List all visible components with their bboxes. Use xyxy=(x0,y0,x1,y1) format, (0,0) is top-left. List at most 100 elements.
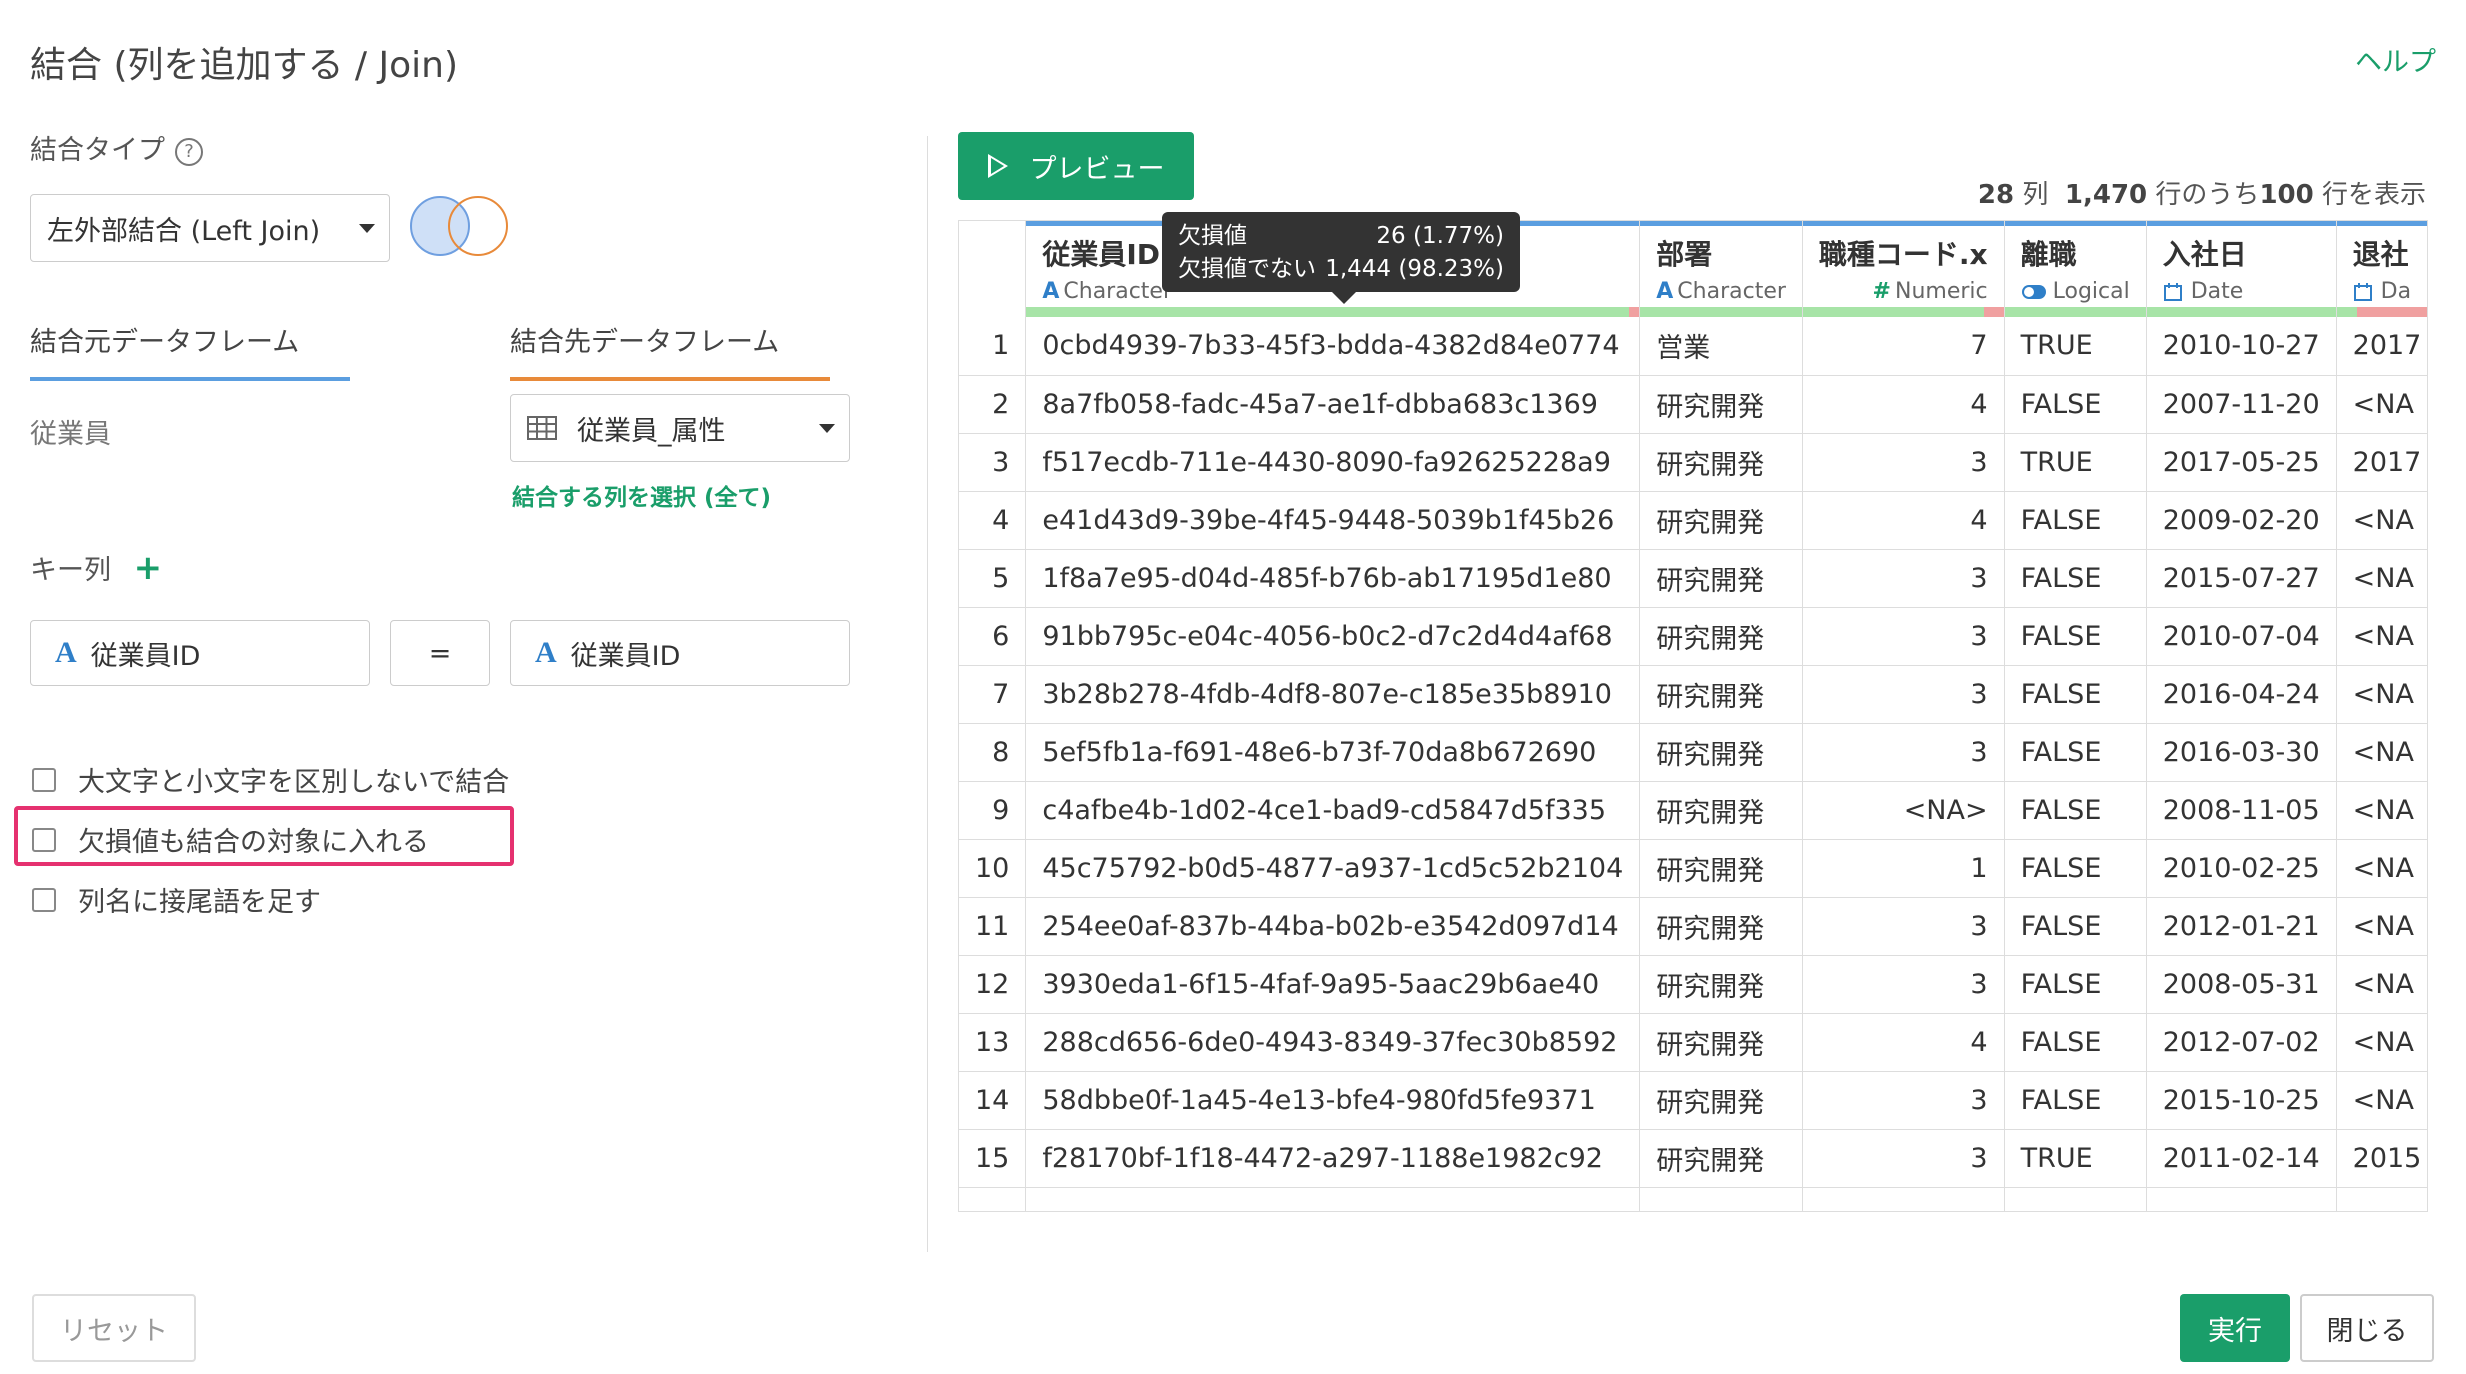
row-number-cell: 15 xyxy=(959,1129,1027,1188)
department-cell: 研究開発 xyxy=(1639,723,1803,782)
chevron-down-icon xyxy=(819,424,835,433)
option-add-suffix[interactable]: 列名に接尾語を足す xyxy=(32,880,321,919)
column-highlight-bar xyxy=(1640,221,1802,226)
include-missing-checkbox[interactable] xyxy=(32,827,56,852)
left-key-column-select[interactable]: A 従業員ID xyxy=(30,620,370,686)
quality-bar[interactable] xyxy=(1026,307,1639,317)
column-name: 入社日 xyxy=(2162,238,2247,271)
quality-bar[interactable] xyxy=(1802,307,2004,317)
hire-date-cell: 2012-07-02 xyxy=(2146,1013,2337,1072)
hire-date-cell: 2008-11-05 xyxy=(2146,781,2337,840)
attrition-cell: FALSE xyxy=(2004,1013,2147,1072)
table-icon xyxy=(527,416,557,440)
job-code-cell: 3 xyxy=(1802,723,2005,782)
resign-date-cell: <NA xyxy=(2336,781,2427,840)
select-join-columns-link[interactable]: 結合する列を選択 (全て) xyxy=(512,478,771,512)
empty-cell xyxy=(2336,1187,2427,1211)
employee-id-cell: 3b28b278-4fdb-4df8-807e-c185e35b8910 xyxy=(1025,665,1641,724)
row-number-cell: 2 xyxy=(959,375,1027,434)
column-header-job-code[interactable]: 職種コード.x # Numeric xyxy=(1802,221,2005,317)
department-cell: 研究開発 xyxy=(1639,1129,1803,1188)
toggle-icon xyxy=(2021,285,2046,299)
hire-date-cell: 2010-07-04 xyxy=(2146,607,2337,666)
hire-date-cell: 2017-05-25 xyxy=(2146,433,2337,492)
quality-bar[interactable] xyxy=(2336,307,2427,317)
target-dataframe-tab: 結合先データフレーム xyxy=(510,320,830,381)
tooltip-missing-row: 欠損値 26 (1.77%) xyxy=(1178,220,1504,253)
quality-bar[interactable] xyxy=(2004,307,2146,317)
venn-diagram-icon xyxy=(410,194,514,258)
row-number-cell: 7 xyxy=(959,665,1027,724)
resign-date-cell: <NA xyxy=(2336,549,2427,608)
hire-date-cell: 2010-02-25 xyxy=(2146,839,2337,898)
summary-cols: 28 xyxy=(1977,180,2015,210)
column-header-resign-date[interactable]: 退社 Da xyxy=(2336,221,2427,317)
tooltip-present-row: 欠損値でない 1,444 (98.23%) xyxy=(1178,253,1504,286)
preview-button[interactable]: プレビュー xyxy=(958,132,1194,200)
resign-date-cell: <NA xyxy=(2336,897,2427,956)
source-dataframe-tab: 結合元データフレーム xyxy=(30,320,350,381)
join-type-label: 結合タイプ? xyxy=(30,128,203,167)
employee-id-cell: 45c75792-b0d5-4877-a937-1cd5c52b2104 xyxy=(1025,839,1641,898)
job-code-cell: 3 xyxy=(1802,955,2005,1014)
column-header-attrition[interactable]: 離職 Logical xyxy=(2004,221,2147,317)
attrition-cell: FALSE xyxy=(2004,723,2147,782)
tooltip-missing-value: 26 (1.77%) xyxy=(1376,223,1504,249)
row-number-cell: 4 xyxy=(959,491,1027,550)
table-row: 15 f28170bf-1f18-4472-a297-1188e1982c92 研究… xyxy=(959,1129,2427,1188)
missing-segment xyxy=(2357,307,2427,317)
employee-id-cell: 8a7fb058-fadc-45a7-ae1f-dbba683c1369 xyxy=(1025,375,1641,434)
column-type-name: Da xyxy=(2380,279,2412,304)
reset-button[interactable]: リセット xyxy=(32,1294,196,1362)
missing-segment xyxy=(1983,307,2004,317)
hire-date-cell: 2016-03-30 xyxy=(2146,723,2337,782)
add-suffix-checkbox[interactable] xyxy=(32,887,56,912)
summary-rows-shown: 100 xyxy=(2259,180,2314,210)
preview-summary: 28 列 1,470 行のうち100 行を表示 xyxy=(1978,174,2426,211)
numeric-type-icon: # xyxy=(1872,279,1891,304)
department-cell: 研究開発 xyxy=(1639,491,1803,550)
quality-bar[interactable] xyxy=(2146,307,2336,317)
calendar-icon xyxy=(2353,283,2372,301)
attrition-cell: FALSE xyxy=(2004,491,2147,550)
empty-cell xyxy=(1025,1187,1641,1211)
column-type-name: Character xyxy=(1677,279,1786,304)
column-highlight-bar xyxy=(2004,221,2146,226)
row-number-cell: 13 xyxy=(959,1013,1027,1072)
preview-table[interactable]: 従業員ID A Character 部署 A Character 職種コード.x #… xyxy=(958,220,2428,1212)
join-type-select[interactable]: 左外部結合 (Left Join) xyxy=(30,194,390,262)
resign-date-cell: 2017 xyxy=(2336,433,2427,492)
question-circle-icon[interactable]: ? xyxy=(175,137,203,166)
quality-bar[interactable] xyxy=(1640,307,1802,317)
option-include-missing[interactable]: 欠損値も結合の対象に入れる xyxy=(32,820,429,859)
column-header-hire-date[interactable]: 入社日 Date xyxy=(2146,221,2337,317)
employee-id-cell: 91bb795c-e04c-4056-b0c2-d7c2d4d4af68 xyxy=(1025,607,1641,666)
hire-date-cell: 2009-02-20 xyxy=(2146,491,2337,550)
case-insensitive-checkbox[interactable] xyxy=(32,767,56,792)
hire-date-cell: 2010-10-27 xyxy=(2146,317,2337,376)
table-row: 8 5ef5fb1a-f691-48e6-b73f-70da8b672690 研究開… xyxy=(959,723,2427,782)
column-header-department[interactable]: 部署 A Character xyxy=(1639,221,1803,317)
missing-segment xyxy=(1629,307,1639,317)
table-row: 7 3b28b278-4fdb-4df8-807e-c185e35b8910 研究開… xyxy=(959,665,2427,724)
empty-cell xyxy=(1639,1187,1803,1211)
employee-id-cell: c4afbe4b-1d02-4ce1-bad9-cd5847d5f335 xyxy=(1025,781,1641,840)
close-button[interactable]: 閉じる xyxy=(2300,1294,2434,1362)
attrition-cell: TRUE xyxy=(2004,317,2147,376)
run-button[interactable]: 実行 xyxy=(2180,1294,2290,1362)
tooltip-present-label: 欠損値でない xyxy=(1178,256,1316,282)
employee-id-cell: e41d43d9-39be-4f45-9448-5039b1f45b26 xyxy=(1025,491,1641,550)
summary-rows-mid: 行のうち xyxy=(2155,180,2260,210)
department-cell: 研究開発 xyxy=(1639,549,1803,608)
summary-rows-total: 1,470 xyxy=(2064,180,2148,210)
key-operator-select[interactable]: = xyxy=(390,620,490,686)
character-type-icon: A xyxy=(1656,279,1674,304)
attrition-cell: FALSE xyxy=(2004,1071,2147,1130)
right-key-column-select[interactable]: A 従業員ID xyxy=(510,620,850,686)
plus-icon[interactable]: + xyxy=(134,548,163,588)
target-dataframe-select[interactable]: 従業員_属性 xyxy=(510,394,850,462)
help-link[interactable]: ヘルプ xyxy=(2355,40,2436,79)
table-row: 11 254ee0af-837b-44ba-b02b-e3542d097d14 研究… xyxy=(959,897,2427,956)
left-key-column: 従業員ID xyxy=(90,640,201,672)
option-case-insensitive[interactable]: 大文字と小文字を区別しないで結合 xyxy=(32,760,509,799)
